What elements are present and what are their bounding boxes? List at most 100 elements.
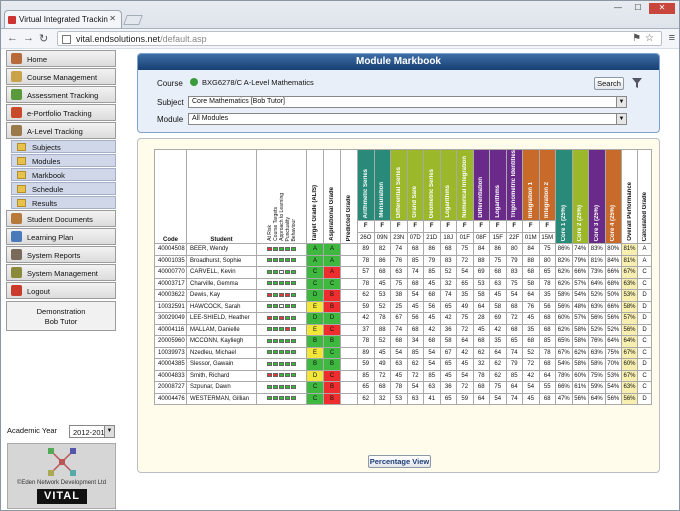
module-mark[interactable]: 42 <box>522 369 540 382</box>
module-mark[interactable]: 32 <box>472 358 490 371</box>
predicted-grade[interactable] <box>340 392 358 405</box>
module-mark[interactable]: 35 <box>522 323 540 336</box>
table-row[interactable]: 40004116 MALLAM, Danielle E C 37 88 74 68 42 36 72… <box>154 323 652 336</box>
module-mark[interactable]: 68 <box>472 335 490 348</box>
module-mark[interactable]: 53 <box>472 277 490 290</box>
close-tab-icon[interactable]: ✕ <box>109 14 116 23</box>
table-row[interactable]: 40004385 Slessor, Gawain B B 59 49 63 62 54 65 45 3… <box>154 358 652 371</box>
module-mark[interactable]: 68 <box>373 381 391 394</box>
module-mark[interactable]: 75 <box>456 243 474 256</box>
module-mark[interactable]: 72 <box>456 381 474 394</box>
module-mark[interactable]: 58 <box>472 289 490 302</box>
module-mark[interactable]: 35 <box>489 335 507 348</box>
predicted-grade[interactable] <box>340 323 358 336</box>
chevron-down-icon[interactable]: ▼ <box>616 97 626 107</box>
module-mark[interactable]: 45 <box>489 289 507 302</box>
predicted-grade[interactable] <box>340 346 358 359</box>
module-mark[interactable]: 62 <box>357 392 375 405</box>
module-mark[interactable]: 74 <box>390 243 408 256</box>
module-mark[interactable]: 79 <box>505 358 523 371</box>
module-select[interactable]: All Modules ▼ <box>188 113 627 125</box>
predicted-grade[interactable] <box>340 277 358 290</box>
module-mark[interactable]: 25 <box>390 300 408 313</box>
student-name[interactable]: Szpunar, Dawn <box>186 381 257 394</box>
module-mark[interactable]: 52 <box>373 335 391 348</box>
student-name[interactable]: Dewis, Kay <box>186 289 257 302</box>
module-mark[interactable]: 86 <box>489 243 507 256</box>
module-mark[interactable]: 42 <box>423 323 441 336</box>
module-mark[interactable]: 54 <box>423 346 441 359</box>
module-mark[interactable]: 75 <box>456 312 474 325</box>
module-mark[interactable]: 83 <box>505 266 523 279</box>
module-mark[interactable]: 88 <box>472 254 490 267</box>
module-mark[interactable]: 69 <box>489 312 507 325</box>
module-mark[interactable]: 68 <box>538 358 556 371</box>
module-mark[interactable]: 42 <box>456 346 474 359</box>
menu-icon[interactable]: ≡ <box>669 32 675 44</box>
module-mark[interactable]: 56 <box>423 300 441 313</box>
module-mark[interactable]: 78 <box>472 369 490 382</box>
module-mark[interactable]: 69 <box>472 266 490 279</box>
module-mark[interactable]: 79 <box>505 254 523 267</box>
module-mark[interactable]: 72 <box>505 312 523 325</box>
module-mark[interactable]: 62 <box>489 369 507 382</box>
module-mark[interactable]: 32 <box>373 392 391 405</box>
table-row[interactable]: 40004476 WESTERMAN, Gillian C B 62 32 53 63 41 65… <box>154 392 652 405</box>
sidebar-subitem-results[interactable]: Results <box>11 196 116 209</box>
new-tab-button[interactable] <box>123 15 143 25</box>
module-mark[interactable]: 64 <box>505 381 523 394</box>
module-mark[interactable]: 74 <box>390 323 408 336</box>
module-mark[interactable]: 45 <box>456 358 474 371</box>
predicted-grade[interactable] <box>340 335 358 348</box>
sidebar-subitem-markbook[interactable]: Markbook <box>11 168 116 181</box>
module-mark[interactable]: 80 <box>538 254 556 267</box>
module-mark[interactable]: 85 <box>423 266 441 279</box>
module-mark[interactable]: 75 <box>489 381 507 394</box>
module-mark[interactable]: 68 <box>373 266 391 279</box>
module-mark[interactable]: 64 <box>456 335 474 348</box>
predicted-grade[interactable] <box>340 300 358 313</box>
module-mark[interactable]: 38 <box>390 289 408 302</box>
module-mark[interactable]: 37 <box>357 323 375 336</box>
module-mark[interactable]: 68 <box>538 312 556 325</box>
module-mark[interactable]: 72 <box>522 358 540 371</box>
module-mark[interactable]: 65 <box>538 266 556 279</box>
module-mark[interactable]: 79 <box>423 254 441 267</box>
sidebar-item-assessment-tracking[interactable]: Assessment Tracking <box>6 86 116 103</box>
module-mark[interactable]: 54 <box>406 289 424 302</box>
module-mark[interactable]: 54 <box>406 381 424 394</box>
predicted-grade[interactable] <box>340 289 358 302</box>
academic-year-select[interactable]: 2012-2013 ▼ <box>69 425 115 438</box>
module-mark[interactable]: 54 <box>390 346 408 359</box>
module-mark[interactable]: 45 <box>390 369 408 382</box>
module-mark[interactable]: 68 <box>406 323 424 336</box>
module-mark[interactable]: 84 <box>522 243 540 256</box>
module-mark[interactable]: 36 <box>439 381 457 394</box>
module-mark[interactable]: 45 <box>423 277 441 290</box>
module-mark[interactable]: 55 <box>538 381 556 394</box>
maximize-icon[interactable]: ☐ <box>629 3 647 14</box>
student-name[interactable]: Broadhurst, Sophie <box>186 254 257 267</box>
module-mark[interactable]: 54 <box>423 358 441 371</box>
table-row[interactable]: 20005960 MCCONN, Kayliegh B B 78 52 68 34 68 58 64… <box>154 335 652 348</box>
module-mark[interactable]: 54 <box>489 392 507 405</box>
module-mark[interactable]: 58 <box>522 277 540 290</box>
sidebar-item-learning-plan[interactable]: Learning Plan <box>6 228 116 245</box>
student-name[interactable]: Nzedleu, Michael <box>186 346 257 359</box>
module-mark[interactable]: 58 <box>489 300 507 313</box>
module-mark[interactable]: 68 <box>489 266 507 279</box>
module-mark[interactable]: 75 <box>390 277 408 290</box>
module-mark[interactable]: 54 <box>456 369 474 382</box>
module-mark[interactable]: 63 <box>406 392 424 405</box>
address-bar[interactable]: vital.endsolutions.net/default.asp ⚑☆ <box>57 31 662 46</box>
module-mark[interactable]: 45 <box>439 369 457 382</box>
module-mark[interactable]: 45 <box>472 323 490 336</box>
module-mark[interactable]: 68 <box>390 335 408 348</box>
module-mark[interactable]: 85 <box>538 335 556 348</box>
module-mark[interactable]: 78 <box>357 277 375 290</box>
module-mark[interactable]: 89 <box>357 346 375 359</box>
module-mark[interactable]: 62 <box>357 289 375 302</box>
module-mark[interactable]: 78 <box>373 312 391 325</box>
module-mark[interactable]: 64 <box>472 392 490 405</box>
student-name[interactable]: CARVELL, Kevin <box>186 266 257 279</box>
